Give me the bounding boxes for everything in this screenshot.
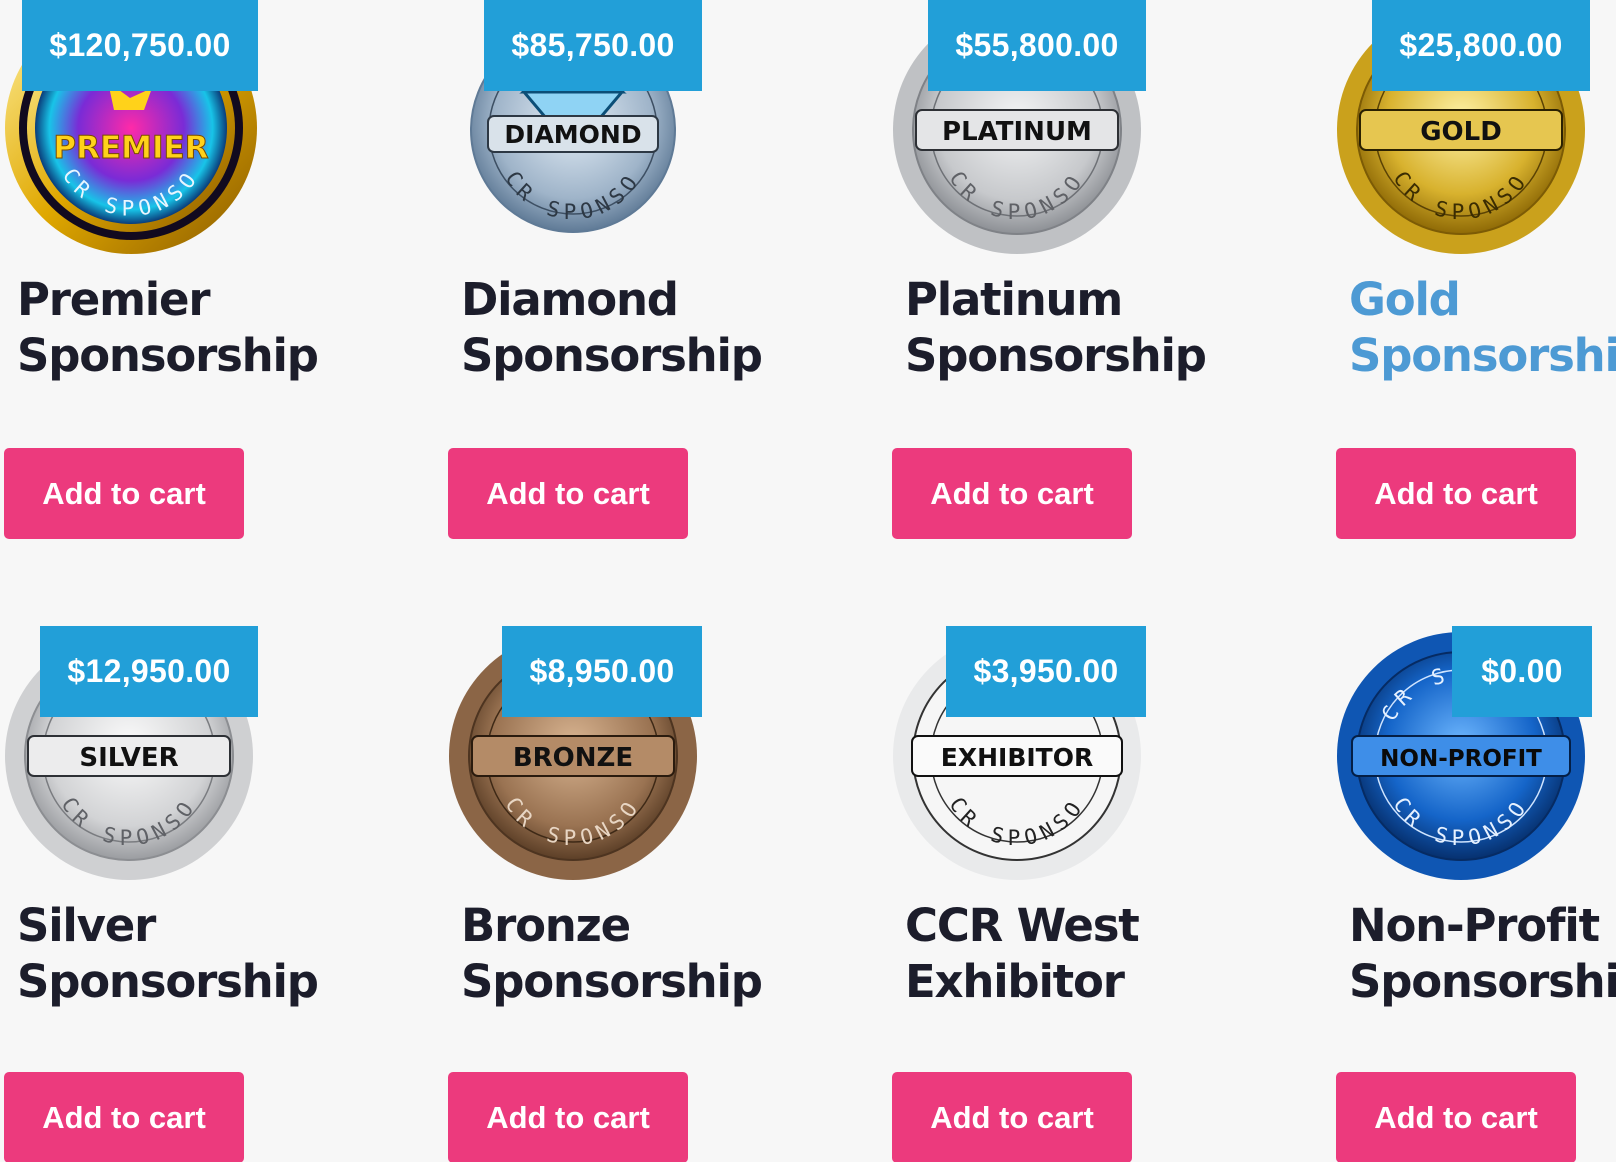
title-line-1: Diamond bbox=[461, 273, 679, 326]
add-to-cart-button[interactable]: Add to cart bbox=[1336, 1072, 1576, 1162]
title-line-2: Sponsorship bbox=[17, 329, 319, 382]
title-line-1: Gold bbox=[1349, 273, 1461, 326]
svg-text:EXHIBITOR: EXHIBITOR bbox=[941, 743, 1094, 772]
product-card-premier: PREMIER CCR SPONSOR $120,750.00 Premier … bbox=[0, 0, 319, 560]
price-tag: $3,950.00 bbox=[946, 626, 1146, 717]
add-to-cart-button[interactable]: Add to cart bbox=[4, 1072, 244, 1162]
price-tag: $85,750.00 bbox=[484, 0, 702, 91]
product-card-gold: GOLD CCR SPONSOR $25,800.00 Gold Sponsor… bbox=[1332, 0, 1616, 560]
svg-text:GOLD: GOLD bbox=[1420, 117, 1502, 147]
product-title[interactable]: Silver Sponsorship bbox=[17, 898, 337, 1010]
price-tag: $55,800.00 bbox=[928, 0, 1146, 91]
add-to-cart-button[interactable]: Add to cart bbox=[892, 448, 1132, 539]
product-title[interactable]: Diamond Sponsorship bbox=[461, 272, 781, 384]
product-title[interactable]: Premier Sponsorship bbox=[17, 272, 337, 384]
add-to-cart-button[interactable]: Add to cart bbox=[448, 448, 688, 539]
title-line-1: Non-Profit bbox=[1349, 899, 1600, 952]
title-line-2: Sponsorship bbox=[461, 329, 763, 382]
product-title[interactable]: Platinum Sponsorship bbox=[905, 272, 1225, 384]
title-line-2: Sponsorship bbox=[1349, 329, 1616, 382]
title-line-1: CCR West bbox=[905, 899, 1140, 952]
title-line-2: Sponsorship bbox=[1349, 955, 1616, 1008]
title-line-1: Silver bbox=[17, 899, 156, 952]
add-to-cart-button[interactable]: Add to cart bbox=[4, 448, 244, 539]
product-title[interactable]: Non-Profit Sponsorship bbox=[1349, 898, 1616, 1010]
product-card-diamond: DIAMOND CCR SPONSOR $85,750.00 Diamond S… bbox=[444, 0, 763, 560]
add-to-cart-button[interactable]: Add to cart bbox=[892, 1072, 1132, 1162]
product-card-bronze: BRONZE CCR SPONSOR $8,950.00 Bronze Spon… bbox=[444, 626, 763, 1162]
product-card-exhibitor: EXHIBITOR CCR SPONSOR $3,950.00 CCR West… bbox=[888, 626, 1188, 1162]
svg-text:BRONZE: BRONZE bbox=[513, 743, 633, 773]
title-line-2: Sponsorship bbox=[905, 329, 1207, 382]
product-title[interactable]: CCR West Exhibitor bbox=[905, 898, 1225, 1010]
title-line-1: Premier bbox=[17, 273, 211, 326]
title-line-2: Exhibitor bbox=[905, 955, 1125, 1008]
svg-text:NON-PROFIT: NON-PROFIT bbox=[1380, 746, 1542, 772]
title-line-1: Bronze bbox=[461, 899, 631, 952]
product-card-non-profit: NON-PROFIT CCR SPONSOR CCR SPONSOR $0.00… bbox=[1332, 626, 1616, 1162]
price-tag: $120,750.00 bbox=[22, 0, 258, 91]
add-to-cart-button[interactable]: Add to cart bbox=[1336, 448, 1576, 539]
title-line-2: Sponsorship bbox=[461, 955, 763, 1008]
svg-text:PREMIER: PREMIER bbox=[53, 130, 208, 166]
svg-text:DIAMOND: DIAMOND bbox=[504, 120, 641, 149]
svg-text:SILVER: SILVER bbox=[79, 743, 178, 773]
product-title[interactable]: Gold Sponsorship bbox=[1349, 272, 1616, 384]
product-card-platinum: PLATINUM CCR SPONSOR $55,800.00 Platinum… bbox=[888, 0, 1207, 560]
svg-text:PLATINUM: PLATINUM bbox=[942, 117, 1092, 147]
price-tag: $25,800.00 bbox=[1372, 0, 1590, 91]
price-tag: $12,950.00 bbox=[40, 626, 258, 717]
title-line-1: Platinum bbox=[905, 273, 1123, 326]
price-tag: $8,950.00 bbox=[502, 626, 702, 717]
product-card-silver: SILVER CCR SPONSOR $12,950.00 Silver Spo… bbox=[0, 626, 319, 1162]
add-to-cart-button[interactable]: Add to cart bbox=[448, 1072, 688, 1162]
product-grid: PREMIER CCR SPONSOR $120,750.00 Premier … bbox=[0, 0, 1616, 1162]
title-line-2: Sponsorship bbox=[17, 955, 319, 1008]
price-tag: $0.00 bbox=[1452, 626, 1592, 717]
product-title[interactable]: Bronze Sponsorship bbox=[461, 898, 781, 1010]
